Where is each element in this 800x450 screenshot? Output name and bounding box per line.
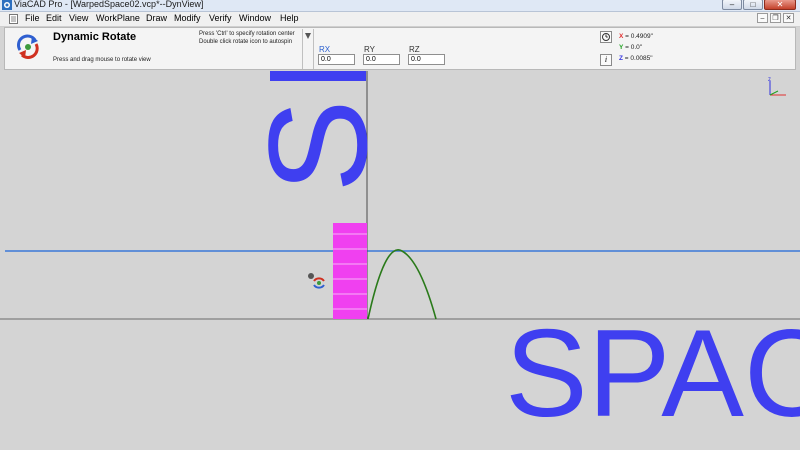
menu-view[interactable]: View <box>69 13 88 23</box>
axis-triad-icon: z <box>768 77 786 96</box>
title-bar: ViaCAD Pro - [WarpedSpace02.vcp*--DynVie… <box>0 0 800 12</box>
clock-icon <box>602 33 610 41</box>
ry-label: RY <box>364 45 375 54</box>
chevron-down-icon <box>305 33 311 39</box>
blue-bar <box>270 71 366 81</box>
info-button[interactable]: i <box>600 54 612 66</box>
rx-label: RX <box>319 45 331 54</box>
rz-label: RZ <box>409 45 420 54</box>
menu-workplane[interactable]: WorkPlane <box>96 13 140 23</box>
magenta-block <box>333 223 367 319</box>
clock-button[interactable] <box>600 31 612 43</box>
panel-dropdown[interactable] <box>302 29 314 69</box>
minimize-button[interactable]: – <box>722 0 742 10</box>
mdi-minimize-button[interactable]: – <box>757 13 768 23</box>
menu-verify[interactable]: Verify <box>209 13 232 23</box>
hint-ctrl: Press 'Ctrl' to specify rotation center <box>199 31 295 37</box>
menu-modify[interactable]: Modify <box>174 13 201 23</box>
dynamic-rotate-icon[interactable] <box>15 32 41 62</box>
tool-panel: Dynamic Rotate Press and drag mouse to r… <box>4 27 796 70</box>
green-curve <box>367 249 437 320</box>
viewport-canvas[interactable]: S SPAC z <box>0 71 800 450</box>
text-spac: SPAC <box>505 305 800 443</box>
menu-bar: File Edit View WorkPlane Draw Modify Ver… <box>0 12 800 27</box>
menu-file[interactable]: File <box>25 13 40 23</box>
coord-z: Z = 0.0085" <box>619 55 653 62</box>
mdi-close-button[interactable]: ✕ <box>783 13 794 23</box>
viewport[interactable]: S SPAC z <box>0 71 800 450</box>
menu-edit[interactable]: Edit <box>46 13 62 23</box>
coord-x: X = 0.4909" <box>619 33 653 40</box>
tool-instruction: Press and drag mouse to rotate view <box>53 57 151 63</box>
triad-z-label: z <box>768 77 771 83</box>
menu-draw[interactable]: Draw <box>146 13 167 23</box>
rx-input[interactable]: 0.0 <box>318 54 355 65</box>
mdi-restore-button[interactable]: ❐ <box>770 13 781 23</box>
info-icon: i <box>604 55 608 64</box>
hint-autospin: Double click rotate icon to autospin <box>199 39 293 45</box>
text-vertical-s: S <box>239 99 396 192</box>
close-button[interactable]: ✕ <box>764 0 796 10</box>
tool-title: Dynamic Rotate <box>53 31 137 43</box>
coord-y: Y = 0.0" <box>619 44 643 51</box>
ry-input[interactable]: 0.0 <box>363 54 400 65</box>
document-icon[interactable] <box>9 14 18 24</box>
maximize-button[interactable]: □ <box>743 0 763 10</box>
menu-window[interactable]: Window <box>239 13 271 23</box>
menu-help[interactable]: Help <box>280 13 299 23</box>
rz-input[interactable]: 0.0 <box>408 54 445 65</box>
window-title: ViaCAD Pro - [WarpedSpace02.vcp*--DynVie… <box>14 0 204 9</box>
rotate-cursor-icon <box>308 273 325 289</box>
viacad-app-icon <box>2 0 12 10</box>
